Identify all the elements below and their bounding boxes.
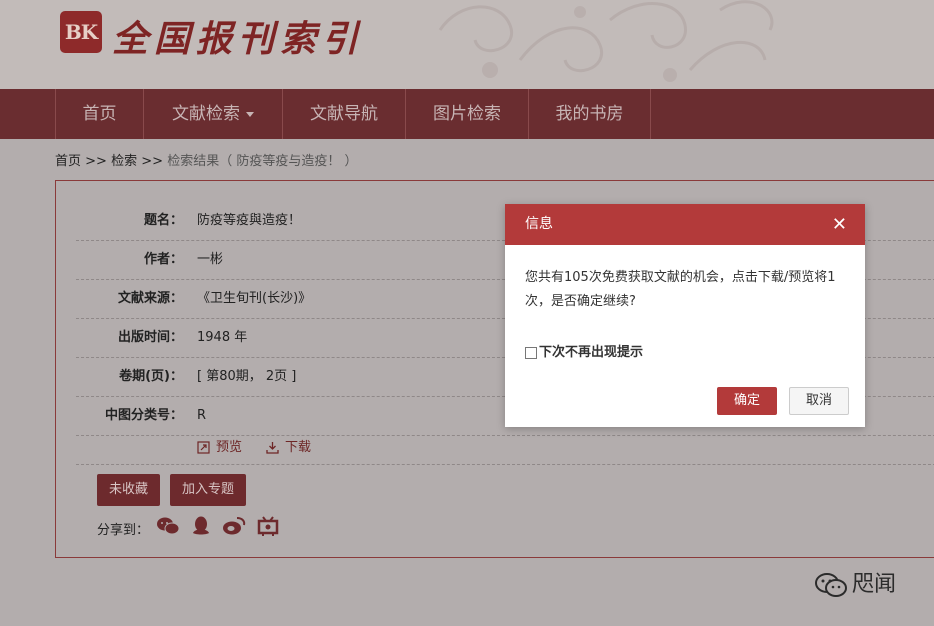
field-value: R — [197, 408, 207, 423]
weibo-icon[interactable] — [222, 516, 246, 540]
field-value: 1948 年 — [197, 330, 248, 345]
nav-item-literature-navigation[interactable]: 文献导航 — [282, 89, 405, 139]
field-label: 题名： — [143, 213, 183, 228]
decorative-swirl — [438, 0, 774, 82]
main-nav: 首页 文献检索 文献导航 图片检索 我的书房 — [0, 89, 934, 139]
breadcrumb-search-link[interactable]: 检索 — [111, 154, 137, 169]
preview-label: 预览 — [216, 440, 243, 455]
preview-link[interactable]: 预览 — [197, 436, 242, 455]
share-icons — [156, 515, 285, 541]
nav-item-image-search[interactable]: 图片检索 — [405, 89, 528, 139]
field-value: 防疫等疫與造疫！ — [197, 213, 302, 228]
logo-seal: BK — [60, 11, 102, 53]
nav-item-my-study[interactable]: 我的书房 — [528, 89, 651, 139]
field-value: [ 第80期， 2页 ] — [197, 369, 297, 384]
dialog-message: 您共有105次免费获取文献的机会，点击下载/预览将1次，是否确定继续? — [525, 270, 836, 309]
field-label: 文献来源： — [117, 291, 183, 306]
field-label: 中图分类号： — [104, 408, 183, 423]
watermark: 咫闻 — [814, 566, 896, 598]
dialog-title: 信息 — [525, 216, 553, 232]
nav-item-label: 文献导航 — [310, 104, 378, 124]
info-dialog: 信息 ✕ 您共有105次免费获取文献的机会，点击下载/预览将1次，是否确定继续?… — [505, 204, 865, 427]
favorite-button[interactable]: 未收藏 — [97, 474, 161, 506]
download-link[interactable]: 下载 — [266, 436, 311, 455]
share-label: 分享到： — [97, 523, 150, 538]
field-value: 《卫生旬刊(长沙)》 — [197, 291, 312, 306]
qq-icon[interactable] — [190, 515, 212, 541]
site-header: BK 全国报刊索引 — [0, 0, 934, 89]
dialog-header: 信息 ✕ — [505, 204, 865, 245]
nav-item-literature-search[interactable]: 文献检索 — [143, 89, 282, 139]
field-label: 卷期(页)： — [119, 369, 183, 384]
breadcrumb-separator: >> — [85, 154, 107, 169]
douban-icon[interactable] — [256, 515, 280, 541]
checkbox-box[interactable] — [525, 346, 537, 359]
site-logo-title: 全国报刊索引 — [112, 18, 365, 60]
breadcrumb-current: 检索结果（ 防疫等疫与造疫！ ） — [167, 154, 358, 169]
field-value: 一彬 — [197, 252, 224, 267]
caret-down-icon — [246, 111, 254, 117]
wechat-icon — [815, 573, 847, 597]
breadcrumb-separator: >> — [141, 154, 164, 169]
wechat-icon[interactable] — [156, 516, 180, 540]
confirm-button[interactable]: 确定 — [717, 387, 777, 415]
nav-item-home[interactable]: 首页 — [55, 89, 143, 139]
checkbox-label: 下次不再出现提示 — [539, 345, 644, 360]
field-label: 作者： — [143, 252, 183, 267]
nav-item-label: 我的书房 — [555, 104, 624, 124]
breadcrumb-home-link[interactable]: 首页 — [55, 154, 81, 169]
add-topic-button[interactable]: 加入专题 — [170, 474, 247, 506]
field-label: 出版时间： — [117, 330, 183, 345]
cancel-button[interactable]: 取消 — [789, 387, 849, 415]
close-icon[interactable]: ✕ — [832, 204, 847, 245]
watermark-text: 咫闻 — [852, 572, 897, 597]
download-icon — [266, 442, 279, 454]
dont-show-again-checkbox[interactable]: 下次不再出现提示 — [525, 341, 643, 360]
nav-item-label: 文献检索 — [172, 104, 240, 124]
breadcrumb: 首页 >> 检索 >> 检索结果（ 防疫等疫与造疫！ ） — [55, 150, 357, 169]
preview-icon — [197, 441, 210, 454]
nav-item-label: 图片检索 — [433, 104, 501, 124]
download-label: 下载 — [285, 440, 312, 455]
nav-item-label: 首页 — [82, 104, 117, 124]
